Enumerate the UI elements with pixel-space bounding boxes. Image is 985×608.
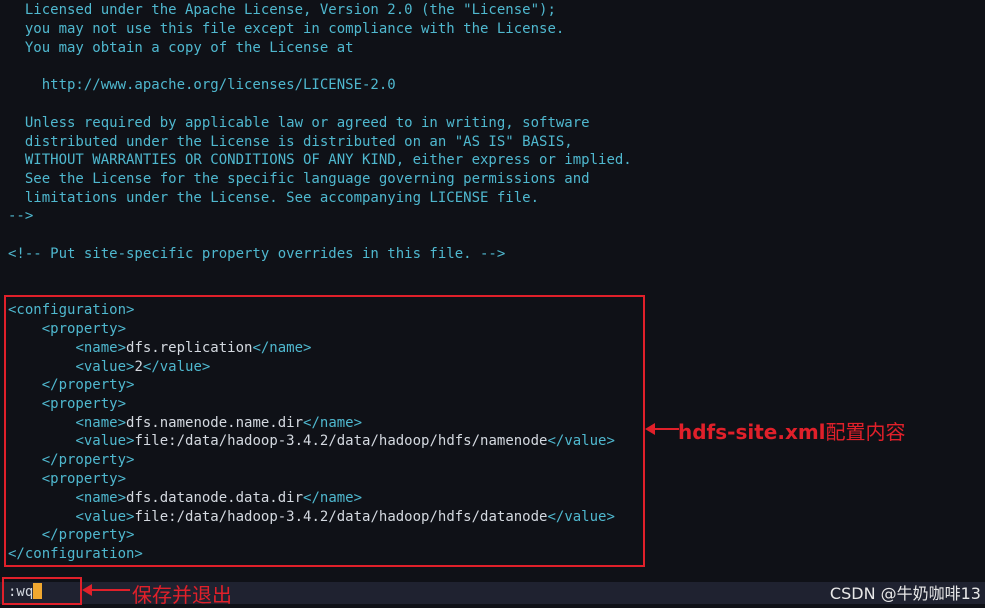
license-url: http://www.apache.org/licenses/LICENSE-2… — [8, 77, 396, 93]
terminal-screen: Licensed under the Apache License, Versi… — [0, 0, 985, 608]
left-arrow-icon — [645, 423, 679, 435]
license-line: WITHOUT WARRANTIES OR CONDITIONS OF ANY … — [8, 152, 632, 168]
license-line: Licensed under the Apache License, Versi… — [8, 2, 556, 18]
comment-close: --> — [8, 208, 34, 224]
config-highlight-box — [4, 295, 645, 567]
config-annotation: hdfs-site.xml配置内容 — [678, 416, 906, 445]
config-annotation-desc: 配置内容 — [825, 420, 906, 444]
license-line: Unless required by applicable law or agr… — [8, 115, 590, 131]
license-line: limitations under the License. See accom… — [8, 190, 540, 206]
save-annotation: 保存并退出 — [132, 583, 232, 607]
command-highlight-box — [2, 577, 82, 605]
license-line: distributed under the License is distrib… — [8, 134, 573, 150]
watermark: CSDN @牛奶咖啡13 — [829, 584, 981, 603]
license-line: you may not use this file except in comp… — [8, 21, 565, 37]
site-comment: <!-- Put site-specific property override… — [8, 246, 506, 262]
config-annotation-file: hdfs-site.xml — [678, 420, 826, 444]
left-arrow-icon — [82, 584, 130, 596]
license-line: You may obtain a copy of the License at — [8, 40, 354, 56]
license-line: See the License for the specific languag… — [8, 171, 590, 187]
